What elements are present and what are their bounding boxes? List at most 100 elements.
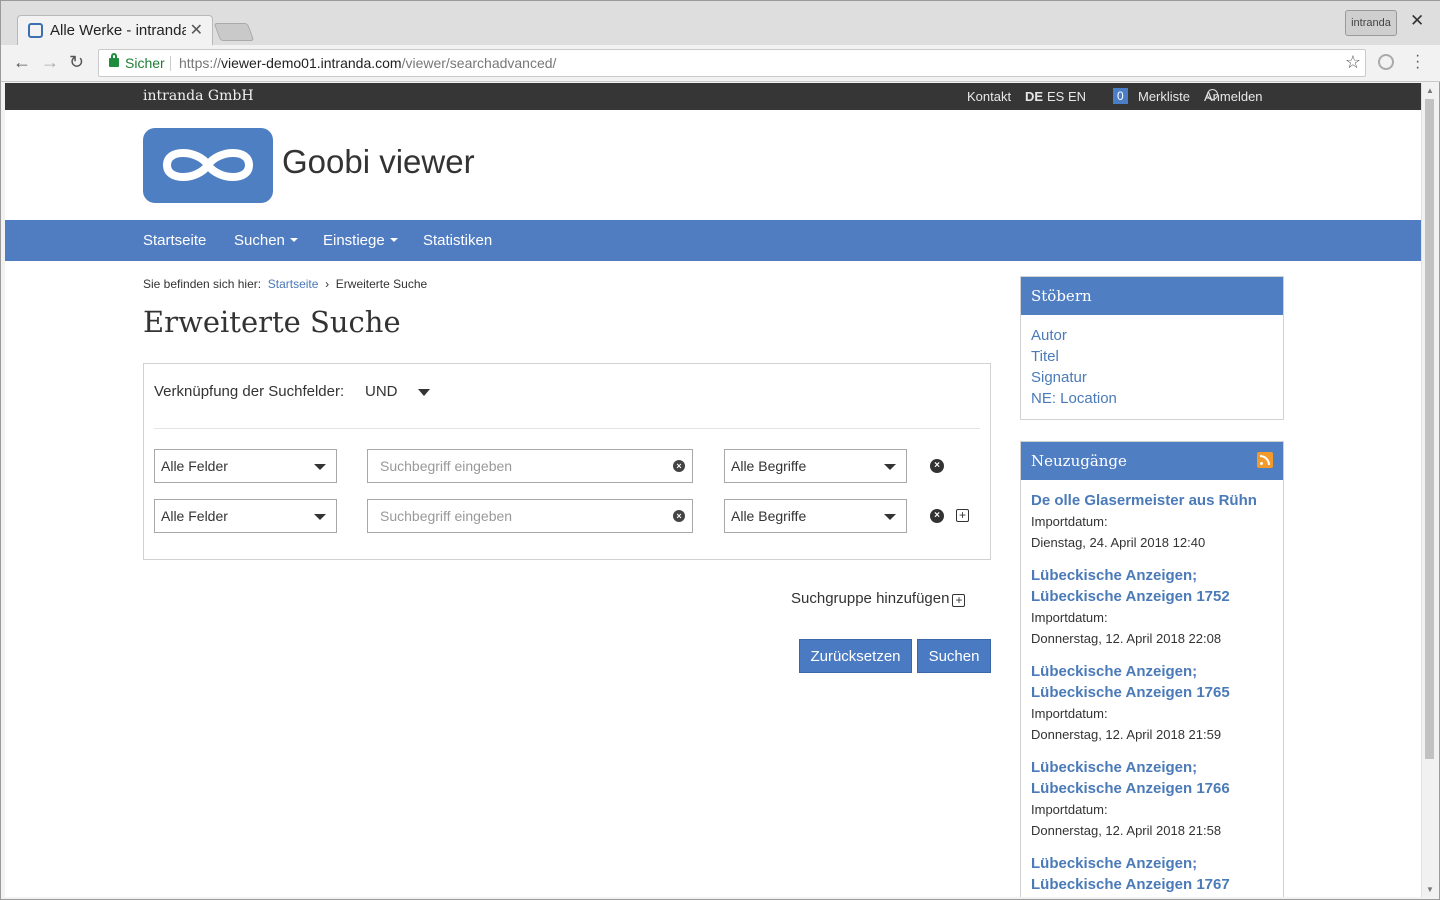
nav-entries[interactable]: Einstiege (323, 232, 398, 249)
omnibox-divider (170, 56, 171, 71)
browse-widget: Stöbern Autor Titel Signatur NE: Locatio… (1020, 276, 1284, 420)
news-title-link[interactable]: Lübeckische Anzeigen; Lübeckische Anzeig… (1031, 853, 1271, 895)
lang-en[interactable]: EN (1068, 89, 1086, 104)
add-row-icon[interactable]: + (956, 509, 969, 522)
browse-signature-link[interactable]: Signatur (1031, 369, 1283, 386)
url-host: viewer-demo01.intranda.com (221, 55, 402, 71)
breadcrumb-current: Erweiterte Suche (335, 277, 428, 291)
new-items-list: De olle Glasermeister aus Rühn Importdat… (1021, 480, 1283, 895)
news-title-link[interactable]: Lübeckische Anzeigen; Lübeckische Anzeig… (1031, 661, 1271, 703)
search-input-placeholder: Suchbegriff eingeben (380, 508, 513, 524)
bookmark-star-icon[interactable]: ☆ (1345, 52, 1361, 73)
nav-home[interactable]: Startseite (143, 232, 206, 249)
breadcrumb-separator: › (325, 277, 330, 291)
extension-icon[interactable] (1378, 54, 1394, 70)
scrollbar-thumb[interactable] (1425, 99, 1434, 759)
remove-row-icon[interactable]: × (930, 509, 944, 523)
new-items-widget-title: Neuzugänge (1031, 452, 1127, 470)
main-navbar: Startseite Suchen Einstiege Statistiken (5, 220, 1421, 261)
news-title-link[interactable]: Lübeckische Anzeigen; Lübeckische Anzeig… (1031, 565, 1271, 607)
site-title[interactable]: Goobi viewer (282, 143, 475, 181)
operator-select-2[interactable]: Alle Begriffe (724, 499, 907, 533)
back-icon[interactable]: ← (13, 52, 31, 73)
browse-title-link[interactable]: Titel (1031, 348, 1283, 365)
import-date: Donnerstag, 12. April 2018 22:08 (1031, 631, 1222, 646)
browser-tab[interactable]: Alle Werke - intranda ✕ (17, 15, 213, 45)
list-item: Lübeckische Anzeigen; Lübeckische Anzeig… (1031, 565, 1271, 649)
nav-search-label: Suchen (234, 232, 285, 249)
link-operator-caret-icon[interactable] (418, 389, 430, 396)
add-search-group-label: Suchgruppe hinzufügen (791, 590, 950, 607)
import-label: Importdatum: (1031, 706, 1108, 721)
tab-strip: Alle Werke - intranda ✕ intranda ✕ (1, 1, 1440, 45)
url-path: /viewer/searchadvanced/ (401, 55, 557, 71)
remove-row-icon[interactable]: × (930, 459, 944, 473)
page-title: Erweiterte Suche (143, 305, 401, 339)
page-viewport: intranda GmbH Kontakt DE ES EN 0 Merklis… (5, 83, 1421, 897)
browse-list: Autor Titel Signatur NE: Location (1021, 315, 1283, 407)
import-date: Dienstag, 24. April 2018 12:40 (1031, 535, 1206, 550)
search-input-placeholder: Suchbegriff eingeben (380, 458, 513, 474)
nav-statistics[interactable]: Statistiken (423, 232, 492, 249)
import-date: Donnerstag, 12. April 2018 21:59 (1031, 727, 1222, 742)
breadcrumb-prefix: Sie befinden sich hier: (143, 277, 262, 291)
list-item: Lübeckische Anzeigen; Lübeckische Anzeig… (1031, 853, 1271, 895)
user-icon (1207, 89, 1218, 100)
scroll-down-icon[interactable]: ▼ (1426, 885, 1434, 894)
logo-icon[interactable] (143, 128, 273, 203)
watchlist-link[interactable]: Merkliste (1138, 89, 1190, 104)
search-input-1[interactable]: Suchbegriff eingeben × (367, 449, 693, 483)
field-select-2[interactable]: Alle Felder (154, 499, 337, 533)
lang-es[interactable]: ES (1047, 89, 1064, 104)
url-scheme: https:// (179, 55, 222, 71)
new-items-widget-header: Neuzugänge (1021, 442, 1283, 480)
secure-label: Sicher (125, 55, 165, 71)
lang-de[interactable]: DE (1025, 89, 1043, 104)
operator-select-1[interactable]: Alle Begriffe (724, 449, 907, 483)
profile-button[interactable]: intranda (1345, 10, 1397, 36)
browse-author-link[interactable]: Autor (1031, 327, 1283, 344)
caret-down-icon (389, 238, 398, 242)
new-items-widget: Neuzugänge De olle Glasermeister aus Rüh… (1020, 441, 1284, 897)
page-scrollbar[interactable]: ▲ ▼ (1421, 83, 1437, 897)
lock-icon (109, 53, 119, 67)
news-title-link[interactable]: Lübeckische Anzeigen; Lübeckische Anzeig… (1031, 757, 1271, 799)
address-bar[interactable]: Sicher https://viewer-demo01.intranda.co… (98, 49, 1366, 77)
forward-icon[interactable]: → (41, 52, 59, 73)
browse-location-link[interactable]: NE: Location (1031, 390, 1283, 407)
caret-down-icon (289, 238, 298, 242)
close-tab-icon[interactable]: ✕ (190, 20, 203, 40)
scroll-up-icon[interactable]: ▲ (1426, 86, 1434, 95)
list-item: Lübeckische Anzeigen; Lübeckische Anzeig… (1031, 661, 1271, 745)
url-text[interactable]: https://viewer-demo01.intranda.com/viewe… (179, 55, 556, 71)
link-operator-label: Verknüpfung der Suchfelder: (154, 383, 345, 400)
import-label: Importdatum: (1031, 514, 1108, 529)
contact-link[interactable]: Kontakt (967, 89, 1011, 104)
divider (154, 428, 980, 429)
breadcrumb-home-link[interactable]: Startseite (268, 277, 319, 291)
news-title-link[interactable]: De olle Glasermeister aus Rühn (1031, 490, 1271, 511)
import-label: Importdatum: (1031, 610, 1108, 625)
browser-menu-icon[interactable]: · · · (1415, 48, 1420, 76)
rss-icon[interactable] (1257, 452, 1273, 468)
import-label: Importdatum: (1031, 802, 1108, 817)
list-item: Lübeckische Anzeigen; Lübeckische Anzeig… (1031, 757, 1271, 841)
org-name: intranda GmbH (143, 88, 254, 104)
link-operator-select[interactable]: UND (365, 383, 398, 400)
import-date: Donnerstag, 12. April 2018 21:58 (1031, 823, 1222, 838)
clear-input-icon[interactable]: × (673, 460, 685, 472)
close-window-icon[interactable]: ✕ (1410, 11, 1424, 31)
browse-widget-title: Stöbern (1021, 277, 1283, 315)
field-select-1[interactable]: Alle Felder (154, 449, 337, 483)
reset-button[interactable]: Zurücksetzen (799, 639, 912, 673)
search-button[interactable]: Suchen (917, 639, 991, 673)
add-search-group-button[interactable]: Suchgruppe hinzufügen + (791, 590, 966, 607)
search-input-2[interactable]: Suchbegriff eingeben × (367, 499, 693, 533)
clear-input-icon[interactable]: × (673, 510, 685, 522)
new-tab-button[interactable] (213, 23, 255, 41)
nav-search[interactable]: Suchen (234, 232, 298, 249)
favicon-icon (28, 23, 43, 38)
plus-square-icon: + (952, 594, 966, 607)
site-topbar: intranda GmbH Kontakt DE ES EN 0 Merklis… (5, 83, 1421, 110)
reload-icon[interactable]: ↻ (69, 52, 84, 73)
